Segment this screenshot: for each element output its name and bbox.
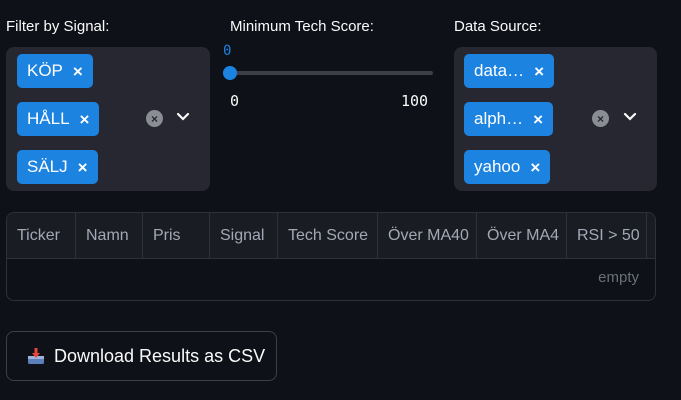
column-header-pris[interactable]: Pris bbox=[143, 213, 210, 258]
slider-current-value: 0 bbox=[223, 43, 232, 59]
source-chip-alph[interactable]: alph… × bbox=[464, 102, 554, 136]
remove-chip-icon[interactable]: × bbox=[80, 111, 90, 128]
download-csv-button[interactable]: Download Results as CSV bbox=[6, 331, 277, 381]
data-source-label: Data Source: bbox=[454, 18, 542, 35]
data-source-multiselect[interactable]: data… × alph… × yahoo × × bbox=[454, 47, 657, 191]
download-button-label: Download Results as CSV bbox=[54, 345, 266, 366]
column-header-tech-score[interactable]: Tech Score bbox=[278, 213, 378, 258]
chip-label: KÖP bbox=[27, 61, 63, 80]
remove-chip-icon[interactable]: × bbox=[73, 63, 83, 80]
signal-chip-salj[interactable]: SÄLJ × bbox=[17, 150, 98, 184]
column-header-namn[interactable]: Namn bbox=[76, 213, 143, 258]
table-empty-text: empty bbox=[598, 269, 639, 286]
table-header: Ticker Namn Pris Signal Tech Score Över … bbox=[7, 213, 655, 259]
column-header-ticker[interactable]: Ticker bbox=[7, 213, 76, 258]
signal-chip-hall[interactable]: HÅLL × bbox=[17, 102, 100, 136]
source-chip-data[interactable]: data… × bbox=[464, 54, 555, 88]
inbox-tray-icon bbox=[28, 348, 44, 364]
source-chip-yahoo[interactable]: yahoo × bbox=[464, 150, 551, 184]
remove-chip-icon[interactable]: × bbox=[78, 159, 88, 176]
results-table[interactable]: Ticker Namn Pris Signal Tech Score Över … bbox=[6, 212, 656, 301]
signal-chip-kop[interactable]: KÖP × bbox=[17, 54, 93, 88]
slider-thumb[interactable] bbox=[223, 66, 237, 80]
clear-all-icon[interactable]: × bbox=[146, 110, 163, 127]
signal-multiselect[interactable]: KÖP × HÅLL × SÄLJ × × bbox=[6, 47, 210, 191]
remove-chip-icon[interactable]: × bbox=[534, 63, 544, 80]
column-header-rsi[interactable]: RSI > 50 bbox=[567, 213, 647, 258]
chip-label: SÄLJ bbox=[27, 157, 68, 176]
column-header-signal[interactable]: Signal bbox=[210, 213, 278, 258]
slider-min-label: 0 bbox=[230, 92, 240, 110]
chevron-down-icon[interactable] bbox=[176, 112, 190, 122]
chevron-down-icon[interactable] bbox=[623, 112, 637, 122]
clear-all-icon[interactable]: × bbox=[592, 110, 609, 127]
slider-max-label: 100 bbox=[401, 92, 429, 110]
tech-score-label: Minimum Tech Score: bbox=[230, 18, 374, 35]
chip-label: data… bbox=[474, 61, 525, 80]
slider-track[interactable] bbox=[230, 71, 433, 75]
remove-chip-icon[interactable]: × bbox=[533, 111, 543, 128]
column-header-over-ma4[interactable]: Över MA4 bbox=[477, 213, 567, 258]
remove-chip-icon[interactable]: × bbox=[530, 159, 540, 176]
column-header-over-ma40[interactable]: Över MA40 bbox=[378, 213, 477, 258]
signal-filter-label: Filter by Signal: bbox=[6, 18, 110, 35]
chip-label: HÅLL bbox=[27, 109, 70, 128]
chip-label: alph… bbox=[474, 109, 524, 128]
chip-label: yahoo bbox=[474, 157, 521, 176]
column-header-overflow bbox=[647, 213, 655, 258]
